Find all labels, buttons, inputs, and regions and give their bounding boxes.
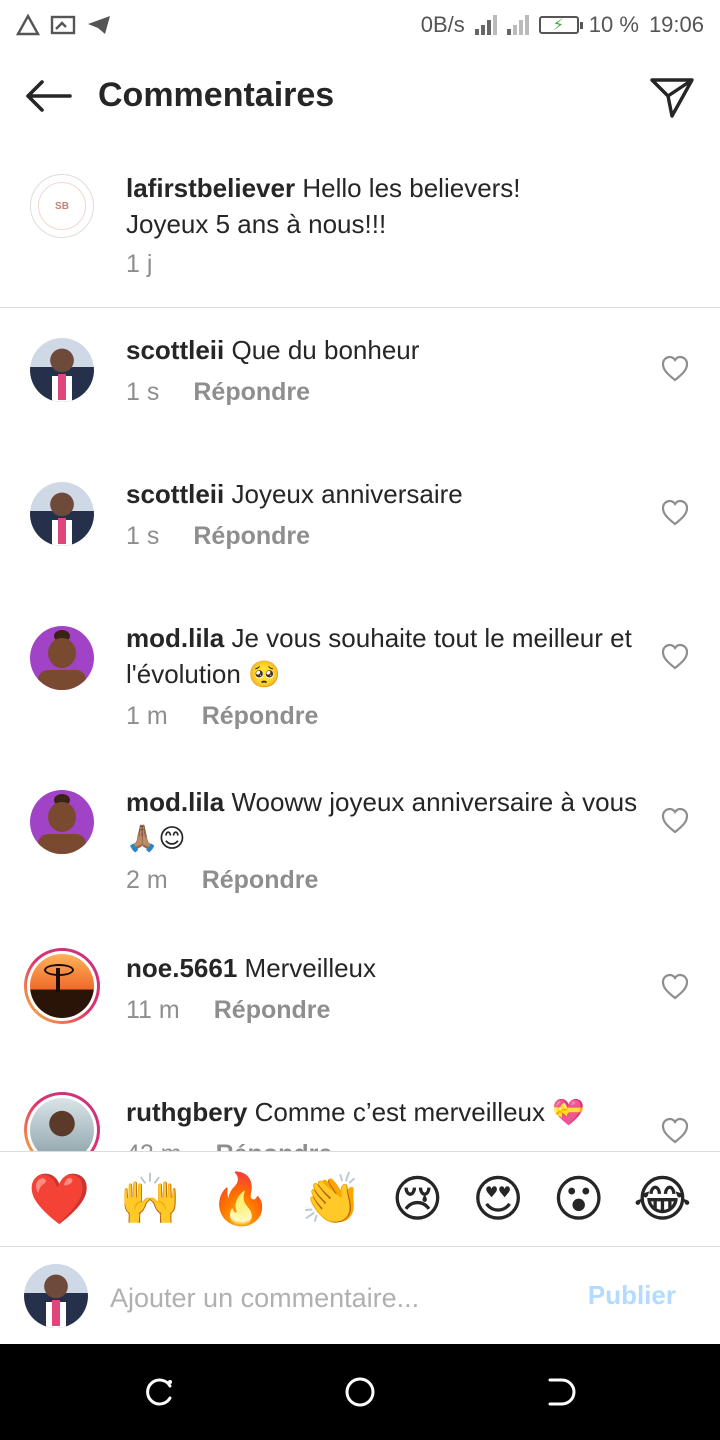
emoji-surprised-button[interactable]: 😮 (553, 1169, 605, 1229)
caption-username[interactable]: lafirstbeliever (126, 173, 295, 203)
status-right: 0B/s ⚡ 10 % 19:06 (421, 12, 704, 38)
back-nav-icon[interactable] (544, 1376, 576, 1408)
heart-icon[interactable] (660, 1116, 690, 1146)
comment-time: 42 m (126, 1140, 182, 1151)
heart-icon[interactable] (660, 642, 690, 672)
heart-icon[interactable] (660, 498, 690, 528)
header: Commentaires (0, 50, 720, 142)
home-icon[interactable] (344, 1376, 376, 1408)
avatar[interactable] (24, 948, 100, 1024)
emoji-raised-hands-button[interactable]: 🙌 (119, 1169, 181, 1229)
net-speed: 0B/s (420, 12, 465, 37)
comment-composer: Publier (0, 1248, 720, 1344)
comment-text: mod.lila Je vous souhaite tout le meille… (126, 620, 646, 692)
battery-percent: 10 % (588, 12, 639, 37)
comment-meta: 1 m Répondre (126, 702, 318, 731)
emoji-clap-button[interactable]: 👏 (301, 1169, 363, 1229)
reply-button[interactable]: Répondre (214, 996, 331, 1025)
reply-button[interactable]: Répondre (193, 378, 310, 407)
brand-logo-icon: SB (38, 182, 86, 230)
comment-meta: 42 m Répondre (126, 1140, 332, 1151)
battery-icon: ⚡ (538, 16, 583, 34)
comment-username[interactable]: ruthgbery (126, 1097, 247, 1127)
page-title: Commentaires (98, 76, 335, 114)
comment-time: 1 s (126, 378, 160, 406)
signal-icon (474, 15, 497, 35)
avatar[interactable] (30, 626, 94, 690)
comment-input[interactable] (110, 1278, 550, 1318)
comment-time: 1 m (126, 702, 168, 730)
emoji-fire-button[interactable]: 🔥 (210, 1169, 272, 1229)
clock: 19:06 (648, 12, 704, 37)
avatar[interactable] (30, 482, 94, 546)
comment-text: noe.5661 Merveilleux (126, 950, 646, 986)
comment-text: scottleii Joyeux anniversaire (126, 476, 646, 512)
comment-meta: 2 m Répondre (126, 866, 318, 895)
comment-text: scottleii Que du bonheur (126, 332, 646, 368)
avatar[interactable] (30, 790, 94, 854)
recent-apps-icon[interactable] (144, 1376, 176, 1408)
caption-line1: Hello les believers! (302, 173, 521, 203)
reply-button[interactable]: Répondre (216, 1140, 333, 1151)
emoji-cry-button[interactable]: 😢 (391, 1169, 443, 1229)
comment-time: 11 m (126, 996, 180, 1024)
emoji-heart-eyes-button[interactable]: 😍 (472, 1169, 524, 1229)
comment-body: Joyeux anniversaire (231, 479, 463, 509)
status-left-icons (16, 14, 112, 36)
comment-meta: 1 s Répondre (126, 378, 310, 407)
caption-time: 1 j (126, 250, 153, 278)
comment-time: 2 m (126, 866, 168, 894)
comment-username[interactable]: scottleii (126, 479, 224, 509)
comment-username[interactable]: scottleii (126, 335, 224, 365)
reply-button[interactable]: Répondre (202, 866, 319, 895)
comment-body: Merveilleux (244, 953, 377, 983)
heart-icon[interactable] (660, 354, 690, 384)
telegram-icon (88, 16, 110, 34)
emoji-laugh-button[interactable]: 😂 (633, 1169, 691, 1229)
comment-meta: 1 s Répondre (126, 522, 310, 551)
arrow-left-icon[interactable] (22, 78, 74, 114)
comment-body: Comme c’est merveilleux 💝 (254, 1097, 585, 1127)
emoji-quick-bar: ❤️ 🙌 🔥 👏 😢 😍 😮 😂 (0, 1151, 720, 1247)
post-caption: SB lafirstbeliever Hello les believers! … (0, 142, 720, 308)
publish-button[interactable]: Publier (588, 1280, 676, 1311)
emoji-heart-button[interactable]: ❤️ (28, 1169, 90, 1229)
comment-text: ruthgbery Comme c’est merveilleux 💝 (126, 1094, 646, 1130)
comment-username[interactable]: mod.lila (126, 787, 224, 817)
status-bar: 0B/s ⚡ 10 % 19:06 (0, 0, 720, 50)
comment-username[interactable]: mod.lila (126, 623, 224, 653)
comment-meta: 11 m Répondre (126, 996, 330, 1025)
signal-icon (506, 15, 529, 35)
heart-icon[interactable] (660, 972, 690, 1002)
system-nav-bar (0, 1344, 720, 1440)
comment-username[interactable]: noe.5661 (126, 953, 237, 983)
caption-line2: Joyeux 5 ans à nous!!! (126, 209, 387, 239)
caption-text: lafirstbeliever Hello les believers! Joy… (126, 170, 686, 242)
heart-icon[interactable] (660, 806, 690, 836)
comment-text: mod.lila Wooww joyeux anniversaire à vou… (126, 784, 646, 856)
comment-time: 1 s (126, 522, 160, 550)
screen-cast-icon (50, 15, 76, 35)
comment-list[interactable]: scottleii Que du bonheur 1 s Répondre sco… (0, 308, 720, 1151)
avatar (24, 1264, 88, 1328)
reply-button[interactable]: Répondre (202, 702, 319, 731)
avatar[interactable]: SB (30, 174, 94, 238)
reply-button[interactable]: Répondre (193, 522, 310, 551)
alert-icon (16, 14, 40, 36)
avatar[interactable] (24, 1092, 100, 1151)
comment-body: Que du bonheur (231, 335, 420, 365)
avatar[interactable] (30, 338, 94, 402)
paper-plane-icon[interactable] (648, 74, 696, 122)
